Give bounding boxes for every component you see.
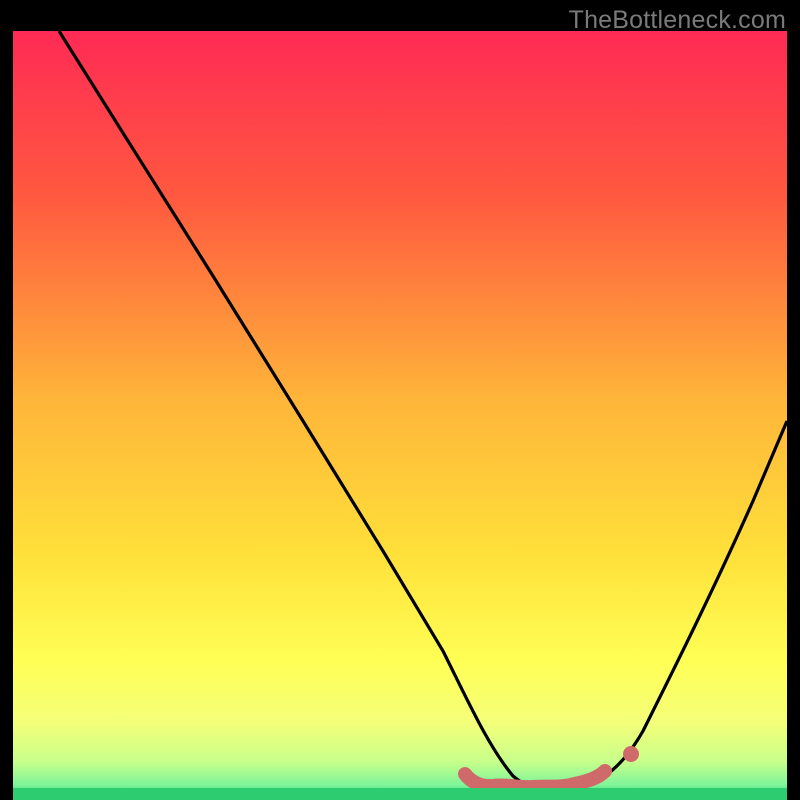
highlight-marker <box>13 31 787 800</box>
chart-frame <box>13 31 787 800</box>
green-baseline-band <box>13 788 787 800</box>
